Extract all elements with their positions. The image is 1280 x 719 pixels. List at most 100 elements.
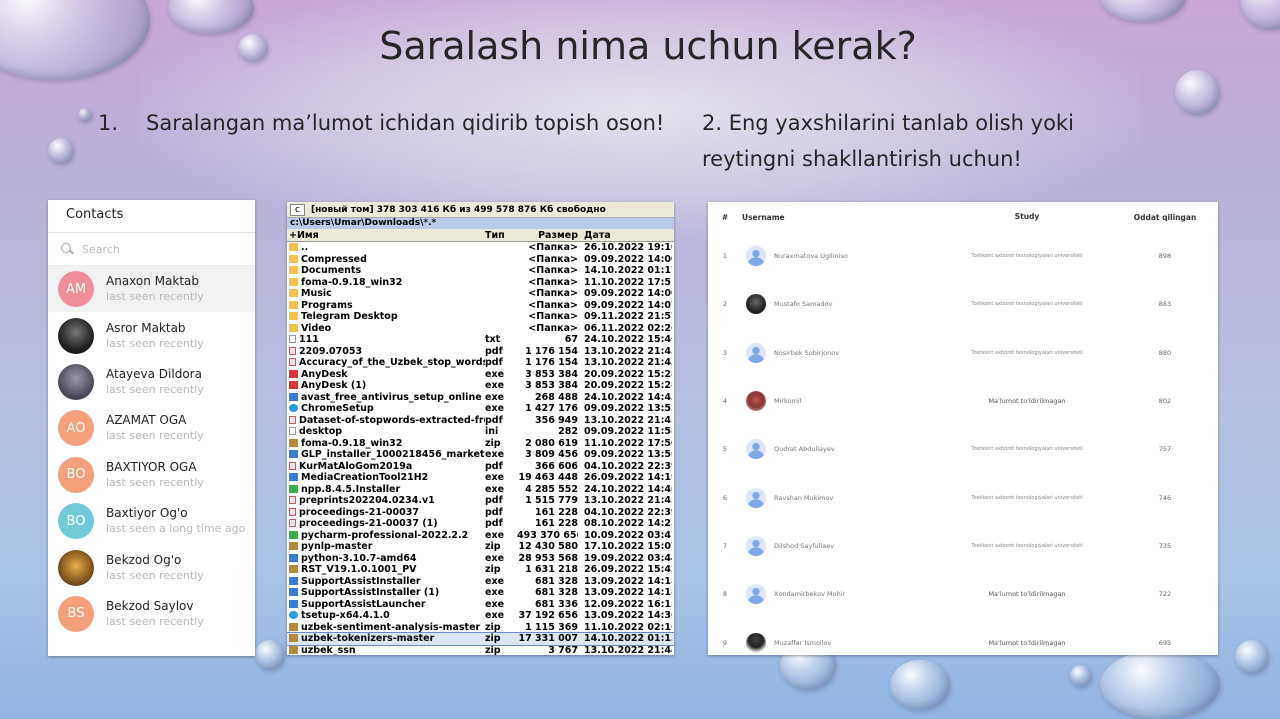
user-name[interactable]: Mustafo Samadov <box>774 300 832 308</box>
file-row[interactable]: Music <Папка> 09.09.2022 14:00 <box>287 288 674 300</box>
file-name-cell: Programs <box>287 300 485 312</box>
file-icon <box>289 496 296 504</box>
user-name[interactable]: Ravshan Mukimov <box>774 494 833 502</box>
file-row[interactable]: npp.8.4.5.Installer exe 4 285 552 24.10.202… <box>287 484 674 496</box>
rank-number: 5 <box>722 445 728 454</box>
file-row[interactable]: uzbek_ssn zip 3 767 13.10.2022 21:44 <box>287 645 674 655</box>
contact-status: last seen recently <box>106 475 204 489</box>
drive-selector[interactable]: c <box>290 203 305 216</box>
user-name[interactable]: Mirkomil <box>774 397 802 405</box>
file-row[interactable]: tsetup-x64.4.1.0 exe 37 192 656 13.09.2022 … <box>287 610 674 622</box>
file-row[interactable]: Compressed <Папка> 09.09.2022 14:00 <box>287 254 674 266</box>
file-row[interactable]: foma-0.9.18_win32 zip 2 080 619 11.10.2022 … <box>287 438 674 450</box>
file-row[interactable]: .. <Папка> 26.10.2022 19:10 <box>287 242 674 254</box>
file-name: avast_free_antivirus_setup_online <box>301 391 482 403</box>
score-cell: 802 <box>1158 397 1172 406</box>
contact-status: last seen recently <box>106 568 204 582</box>
column-date[interactable]: Дата <box>578 229 672 241</box>
column-type[interactable]: Тип <box>485 229 517 241</box>
file-row[interactable]: MediaCreationTool21H2 exe 19 463 448 26.09.… <box>287 472 674 484</box>
file-name-cell: python-3.10.7-amd64 <box>287 553 485 565</box>
file-row[interactable]: AnyDesk exe 3 853 384 20.09.2022 15:28 <box>287 369 674 381</box>
file-type: exe <box>485 391 505 403</box>
rank-number: 9 <box>722 638 728 647</box>
file-row[interactable]: avast_free_antivirus_setup_online exe 268 … <box>287 392 674 404</box>
bubble-decoration <box>1235 640 1269 674</box>
contact-item[interactable]: Atayeva Dildora last seen recently <box>48 359 255 405</box>
file-icon <box>289 369 298 378</box>
user-cell: Nosirbek Sobirjonov <box>742 342 942 363</box>
file-row[interactable]: 2209.07053 pdf 1 176 154 13.10.2022 21:43 <box>287 346 674 358</box>
file-name-cell: 111 <box>287 334 485 346</box>
file-size: 366 606 <box>535 460 578 472</box>
file-size: 12 430 580 <box>518 541 579 552</box>
file-name: RST_V19.1.0.1001_PV <box>301 564 417 575</box>
file-name-cell: SupportAssistInstaller <box>287 576 485 588</box>
file-row[interactable]: ChromeSetup exe 1 427 176 09.09.2022 13:53 <box>287 403 674 415</box>
file-row[interactable]: Programs <Папка> 09.09.2022 14:07 <box>287 300 674 312</box>
file-row[interactable]: preprints202204.0234.v1 pdf 1 515 779 13.10… <box>287 495 674 507</box>
contact-item[interactable]: BS Bekzod Saylov last seen recently <box>48 591 255 637</box>
user-name[interactable]: Nosirbek Sobirjonov <box>774 349 839 357</box>
file-row[interactable]: 111 txt 67 24.10.2022 15:46 <box>287 334 674 346</box>
file-row[interactable]: GLP_installer_1000218456_market exe 3 809 … <box>287 449 674 461</box>
user-name[interactable]: Dilshod Sayfullaev <box>774 542 834 550</box>
file-row[interactable]: Accuracy_of_the_Uzbek_stop_words_... pdf 1… <box>287 357 674 369</box>
contact-status: last seen a long time ago <box>106 522 246 536</box>
file-row[interactable]: proceedings-21-00037 pdf 161 228 04.10.2022… <box>287 507 674 519</box>
file-row[interactable]: KurMatAloGom2019a pdf 366 606 04.10.2022 22… <box>287 461 674 473</box>
file-row[interactable]: uzbek-sentiment-analysis-master zip 1 115 … <box>287 622 674 634</box>
file-row[interactable]: pynlp-master zip 12 430 580 17.10.2022 15:0… <box>287 541 674 553</box>
contact-item[interactable]: BO BAXTIYOR OGA last seen recently <box>48 452 255 498</box>
file-type <box>485 300 517 312</box>
rank-number: 6 <box>722 493 728 502</box>
user-avatar <box>746 487 766 508</box>
file-name: ChromeSetup <box>301 403 374 414</box>
contact-item[interactable]: Asror Maktab last seen recently <box>48 312 255 358</box>
file-row[interactable]: foma-0.9.18_win32 <Папка> 11.10.2022 17:51 <box>287 277 674 289</box>
file-row[interactable]: Telegram Desktop <Папка> 09.11.2022 21:57 <box>287 311 674 323</box>
file-icon <box>289 634 298 642</box>
study-cell: Toshkent axborot texnologiyalari univers… <box>971 542 1083 549</box>
file-row[interactable]: SupportAssistLauncher exe 681 336 12.09.202… <box>287 599 674 611</box>
file-name-cell: Music <box>287 288 485 300</box>
contact-text: BAXTIYOR OGA last seen recently <box>106 459 204 491</box>
user-name[interactable]: Muzaffar Ismoilov <box>774 639 831 647</box>
user-name[interactable]: Nuraxmatova Ugiliniso <box>774 252 848 260</box>
study-cell: Ma'lumot to'ldirilmagan <box>988 638 1066 647</box>
column-name[interactable]: +Имя <box>287 229 485 241</box>
contacts-search[interactable]: Search <box>48 233 255 266</box>
file-name: Music <box>301 288 332 299</box>
file-row[interactable]: proceedings-21-00037 (1) pdf 161 228 08.10.… <box>287 518 674 530</box>
file-row[interactable]: SupportAssistInstaller exe 681 328 13.09.20… <box>287 576 674 588</box>
user-avatar <box>746 294 766 315</box>
rank-number: 3 <box>722 348 728 357</box>
file-row[interactable]: RST_V19.1.0.1001_PV zip 1 631 218 26.09.202… <box>287 564 674 576</box>
file-row[interactable]: Dataset-of-stopwords-extracted-from-...p… <box>287 415 674 427</box>
ranking-row: 2 Mustafo Samadov Toshkent axborot texnolo… <box>708 280 1218 328</box>
file-icon <box>289 576 298 585</box>
file-name: proceedings-21-00037 <box>299 506 419 518</box>
file-row[interactable]: pycharm-professional-2022.2.2 exe 493 370 … <box>287 530 674 542</box>
file-row[interactable]: python-3.10.7-amd64 exe 28 953 568 19.09.20… <box>287 553 674 565</box>
contact-item[interactable]: Bekzod Og'o last seen recently <box>48 544 255 590</box>
contact-item[interactable]: BO Baxtiyor Og'o last seen a long time ago <box>48 498 255 544</box>
file-row[interactable]: Documents <Папка> 14.10.2022 01:17 <box>287 265 674 277</box>
file-row[interactable]: desktop ini 282 09.09.2022 11:58 <box>287 426 674 438</box>
contact-item[interactable]: AO AZAMAT OGA last seen recently <box>48 405 255 451</box>
file-row[interactable]: uzbek-tokenizers-master zip 17 331 007 14.1… <box>287 632 674 646</box>
file-size: 28 953 568 <box>518 552 579 564</box>
study-cell: Ma'lumot to'ldirilmagan <box>988 397 1066 406</box>
file-type <box>485 311 517 323</box>
file-date: 09.11.2022 21:57 <box>584 311 672 322</box>
file-row[interactable]: SupportAssistInstaller (1) exe 681 328 13.0… <box>287 587 674 599</box>
file-row[interactable]: AnyDesk (1) exe 3 853 384 20.09.2022 15:28 <box>287 380 674 392</box>
column-size[interactable]: Размер <box>517 229 578 241</box>
user-name[interactable]: Xondamirbekov Mohir <box>774 590 845 598</box>
file-row[interactable]: Video <Папка> 06.11.2022 02:26 <box>287 323 674 335</box>
file-name-cell: Documents <box>287 265 485 277</box>
file-name: Accuracy_of_the_Uzbek_stop_words_... <box>299 357 485 368</box>
bubble-decoration <box>1070 665 1092 687</box>
contact-item[interactable]: AM Anaxon Maktab last seen recently <box>48 266 255 313</box>
user-name[interactable]: Qudrat Abdullayev <box>774 445 835 453</box>
